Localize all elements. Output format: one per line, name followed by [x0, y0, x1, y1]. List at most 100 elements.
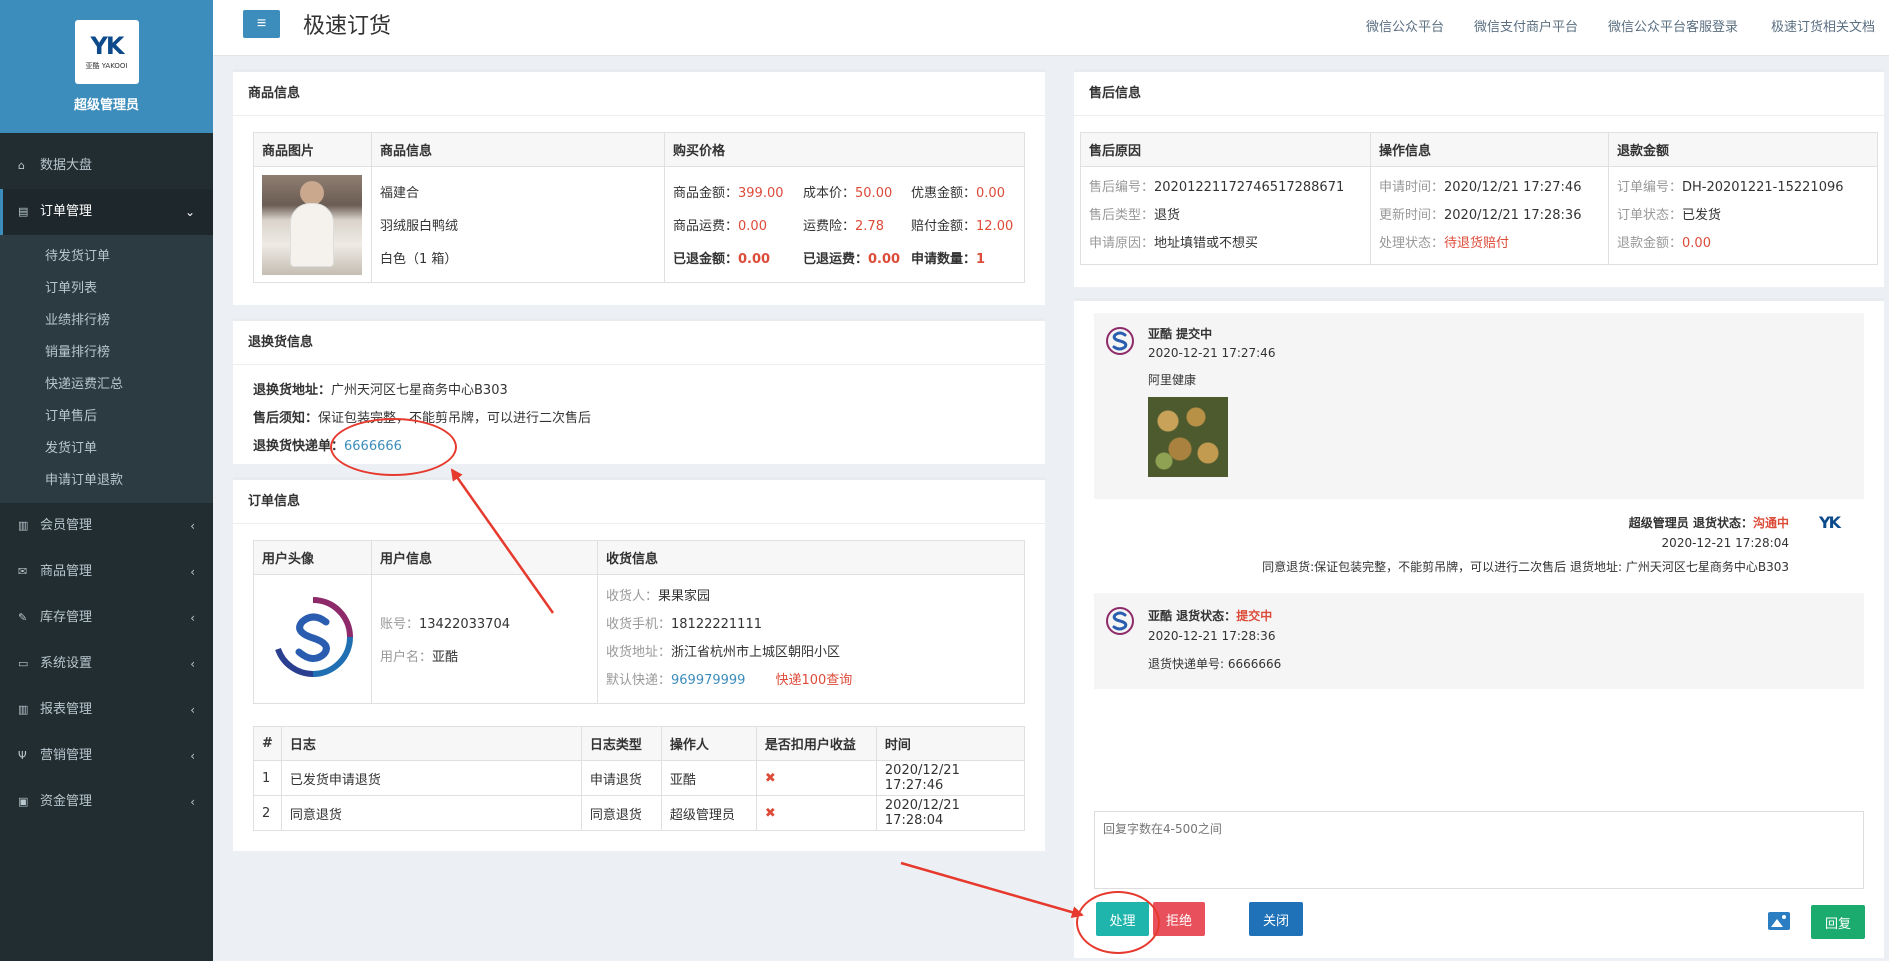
logo-mark: YK	[90, 31, 125, 60]
customer-avatar	[1106, 327, 1134, 355]
submenu-item[interactable]: 快递运费汇总	[0, 369, 213, 401]
after-sale-no: 20201221172746517288671	[1154, 179, 1345, 195]
chevron-left-icon: ‹	[190, 519, 195, 533]
panel-title: 退换货信息	[233, 321, 1045, 365]
order-icon: ▤	[18, 205, 29, 218]
close-icon: ✖	[755, 795, 877, 831]
admin-name: 超级管理员	[73, 98, 139, 113]
message-time: 2020-12-21 17:28:04	[1661, 536, 1789, 550]
product-table: 商品图片 商品信息 购买价格 福建合 羽绒服白鸭绒 白色（1 箱） 商品金额：3…	[253, 132, 1025, 283]
sidebar-item-reports[interactable]: ▥ 报表管理 ‹	[0, 687, 213, 733]
bar-chart-icon: ▥	[18, 703, 29, 716]
menu-toggle-button[interactable]: ≡	[243, 10, 280, 38]
order-no: DH-20201221-15221096	[1682, 179, 1844, 195]
message-time: 2020-12-21 17:27:46	[1148, 346, 1276, 360]
top-link-wechat-pay[interactable]: 微信支付商户平台	[1474, 16, 1578, 35]
submenu-item[interactable]: 发货订单	[0, 433, 213, 465]
chevron-left-icon: ‹	[190, 611, 195, 625]
price-row: 商品运费：0.00 运费险：2.78 赔付金额：12.00	[673, 219, 1014, 234]
panel-title: 商品信息	[233, 72, 1045, 116]
return-address: 退换货地址：广州天河区七星商务中心B303	[253, 383, 508, 398]
chevron-left-icon: ‹	[190, 657, 195, 671]
chat-message: 亚酷 提交中 2020-12-21 17:27:46 阿里健康	[1094, 313, 1864, 499]
after-sale-panel: 售后信息 售后原因 操作信息 退款金额 售后编号：202012211727465…	[1074, 69, 1884, 287]
column-header: #	[253, 726, 282, 761]
annotation-ellipse	[330, 418, 457, 476]
utensils-icon: Ψ	[18, 749, 27, 762]
top-link-docs[interactable]: 极速订货相关文档	[1771, 16, 1875, 35]
product-spec: 白色（1 箱）	[380, 252, 458, 267]
express-query-link[interactable]: 快递100查询	[775, 673, 852, 688]
sidebar-item-inventory[interactable]: ✎ 库存管理 ‹	[0, 595, 213, 641]
close-icon: ✖	[755, 760, 877, 796]
receiver-address: 浙江省杭州市上城区朝阳小区	[671, 645, 841, 660]
order-log-table: # 日志 日志类型 操作人 是否扣用户收益 时间 1 已发货申请退货 申请退货 …	[253, 726, 1026, 831]
chevron-left-icon: ‹	[190, 565, 195, 579]
chevron-left-icon: ‹	[190, 703, 195, 717]
customer-avatar	[1106, 607, 1134, 635]
reply-button[interactable]: 回复	[1811, 905, 1865, 939]
product-brand: 福建合	[380, 186, 420, 201]
submenu-item[interactable]: 订单售后	[0, 401, 213, 433]
top-bar: ≡ 极速订货 微信公众平台 微信支付商户平台 微信公众平台客服登录 极速订货相关…	[213, 0, 1889, 56]
receiver-phone: 18122221111	[671, 617, 762, 632]
sidebar-item-funds[interactable]: ▣ 资金管理 ‹	[0, 779, 213, 825]
column-header: 用户头像	[253, 540, 372, 575]
user-account: 13422033704	[419, 617, 510, 632]
envelope-icon: ✉	[18, 565, 28, 578]
orders-submenu: 待发货订单 订单列表 业绩排行榜 销量排行榜 快递运费汇总 订单售后 发货订单 …	[0, 235, 213, 503]
column-header: 操作人	[660, 726, 757, 761]
message-time: 2020-12-21 17:28:36	[1148, 629, 1276, 643]
table-row: 2 同意退货 同意退货 超级管理员 ✖ 2020/12/21 17:28:04	[253, 795, 1026, 831]
product-info-panel: 商品信息 商品图片 商品信息 购买价格 福建合 羽绒服白鸭绒 白色（1 箱） 商…	[233, 69, 1045, 305]
reject-button[interactable]: 拒绝	[1153, 902, 1205, 936]
submenu-item[interactable]: 业绩排行榜	[0, 305, 213, 337]
after-sale-table: 售后原因 操作信息 退款金额 售后编号：20201221172746517288…	[1080, 132, 1878, 265]
sidebar-item-products[interactable]: ✉ 商品管理 ‹	[0, 549, 213, 595]
user-name: 亚酷	[432, 650, 459, 665]
column-header: 是否扣用户收益	[755, 726, 877, 761]
message-text: 同意退货:保证包装完整，不能剪吊牌，可以进行二次售后 退货地址: 广州天河区七星…	[1262, 560, 1789, 574]
process-status: 待退货赔付	[1444, 235, 1510, 251]
express-number[interactable]: 969979999	[671, 673, 745, 688]
message-sender: 亚酷 退货状态：提交中	[1148, 609, 1273, 623]
table-row: 1 已发货申请退货 申请退货 亚酷 ✖ 2020/12/21 17:27:46	[253, 760, 1026, 796]
image-upload-icon[interactable]	[1768, 912, 1790, 930]
logo-subtitle: 亚酷 YAKOOI	[85, 61, 128, 70]
sidebar-item-marketing[interactable]: Ψ 营销管理 ‹	[0, 733, 213, 779]
submenu-item[interactable]: 申请订单退款	[0, 465, 213, 497]
submenu-item[interactable]: 待发货订单	[0, 241, 213, 273]
product-name: 羽绒服白鸭绒	[380, 219, 459, 234]
reply-textarea[interactable]	[1094, 811, 1864, 889]
logo-area: YK 亚酷 YAKOOI 超级管理员	[0, 0, 213, 133]
column-header: 售后原因	[1080, 132, 1371, 167]
app-title: 极速订货	[303, 14, 392, 39]
home-icon: ⌂	[18, 159, 25, 172]
after-sale-type: 退货	[1154, 207, 1181, 223]
submenu-item[interactable]: 销量排行榜	[0, 337, 213, 369]
message-text: 退货快递单号: 6666666	[1148, 657, 1282, 671]
close-button[interactable]: 关闭	[1249, 902, 1303, 936]
column-header: 退款金额	[1608, 132, 1878, 167]
chat-panel: 亚酷 提交中 2020-12-21 17:27:46 阿里健康 超级管理员 退货…	[1074, 298, 1884, 958]
message-sender: 亚酷 提交中	[1148, 327, 1213, 341]
sidebar-item-dashboard[interactable]: ⌂ 数据大盘	[0, 143, 213, 189]
column-header: 日志类型	[580, 726, 662, 761]
sidebar-item-orders[interactable]: ▤ 订单管理 ⌄	[0, 189, 213, 235]
message-image[interactable]	[1148, 397, 1228, 477]
order-user-table: 用户头像 用户信息 收货信息 账号：13422033704 用户名：亚酷 收货人…	[253, 540, 1025, 704]
user-avatar	[274, 597, 353, 677]
chat-message: 亚酷 退货状态：提交中 2020-12-21 17:28:36 退货快递单号: …	[1094, 593, 1864, 689]
money-icon: ▣	[18, 795, 29, 808]
apply-time: 2020/12/21 17:27:46	[1444, 179, 1582, 195]
submenu-item[interactable]: 订单列表	[0, 273, 213, 305]
sidebar-item-members[interactable]: ▥ 会员管理 ‹	[0, 503, 213, 549]
top-link-wechat-cs[interactable]: 微信公众平台客服登录	[1608, 16, 1738, 35]
sidebar-item-settings[interactable]: ▭ 系统设置 ‹	[0, 641, 213, 687]
top-link-wechat-mp[interactable]: 微信公众平台	[1366, 16, 1444, 35]
column-header: 日志	[280, 726, 582, 761]
edit-icon: ✎	[18, 611, 28, 624]
panel-title: 售后信息	[1074, 72, 1884, 116]
price-row: 商品金额：399.00 成本价：50.00 优惠金额：0.00	[673, 186, 1005, 201]
column-header: 操作信息	[1370, 132, 1609, 167]
